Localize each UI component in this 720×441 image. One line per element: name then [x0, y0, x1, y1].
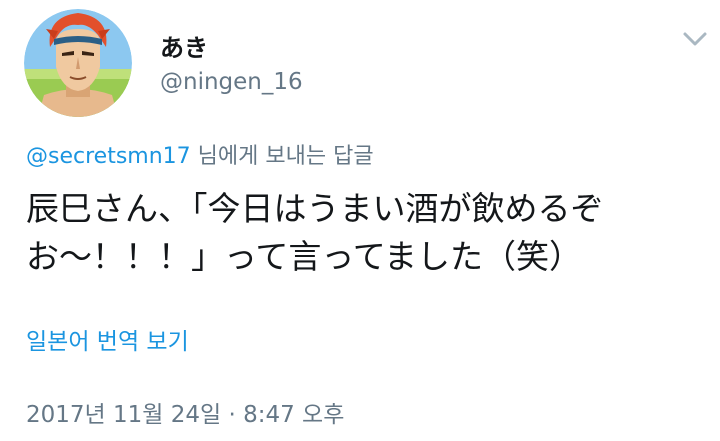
reply-context: @secretsmn17 님에게 보내는 답글 — [26, 142, 374, 172]
user-handle[interactable]: @ningen_16 — [160, 68, 303, 96]
tweet-text: 辰巳さん、「今日はうまい酒が飲めるぞ お〜！！！」って言ってました（笑） — [26, 185, 686, 281]
display-name[interactable]: あき — [160, 34, 208, 62]
tweet-menu-button[interactable] — [680, 26, 710, 52]
chevron-down-icon — [683, 32, 707, 46]
tweet-text-line-2: お〜！！！」って言ってました（笑） — [26, 237, 583, 276]
anime-character-avatar-icon — [24, 9, 132, 117]
tweet-timestamp[interactable]: 2017년 11월 24일 · 8:47 오후 — [26, 400, 344, 430]
tweet-card: あき @ningen_16 @secretsmn17 님에게 보내는 답글 辰巳… — [0, 0, 720, 441]
reply-mention-link[interactable]: @secretsmn17 — [26, 144, 191, 169]
tweet-text-line-1: 辰巳さん、「今日はうまい酒が飲めるぞ — [26, 189, 604, 228]
reply-context-label: 님에게 보내는 답글 — [190, 144, 374, 169]
avatar[interactable] — [24, 9, 132, 117]
translate-tweet-link[interactable]: 일본어 번역 보기 — [26, 327, 189, 357]
